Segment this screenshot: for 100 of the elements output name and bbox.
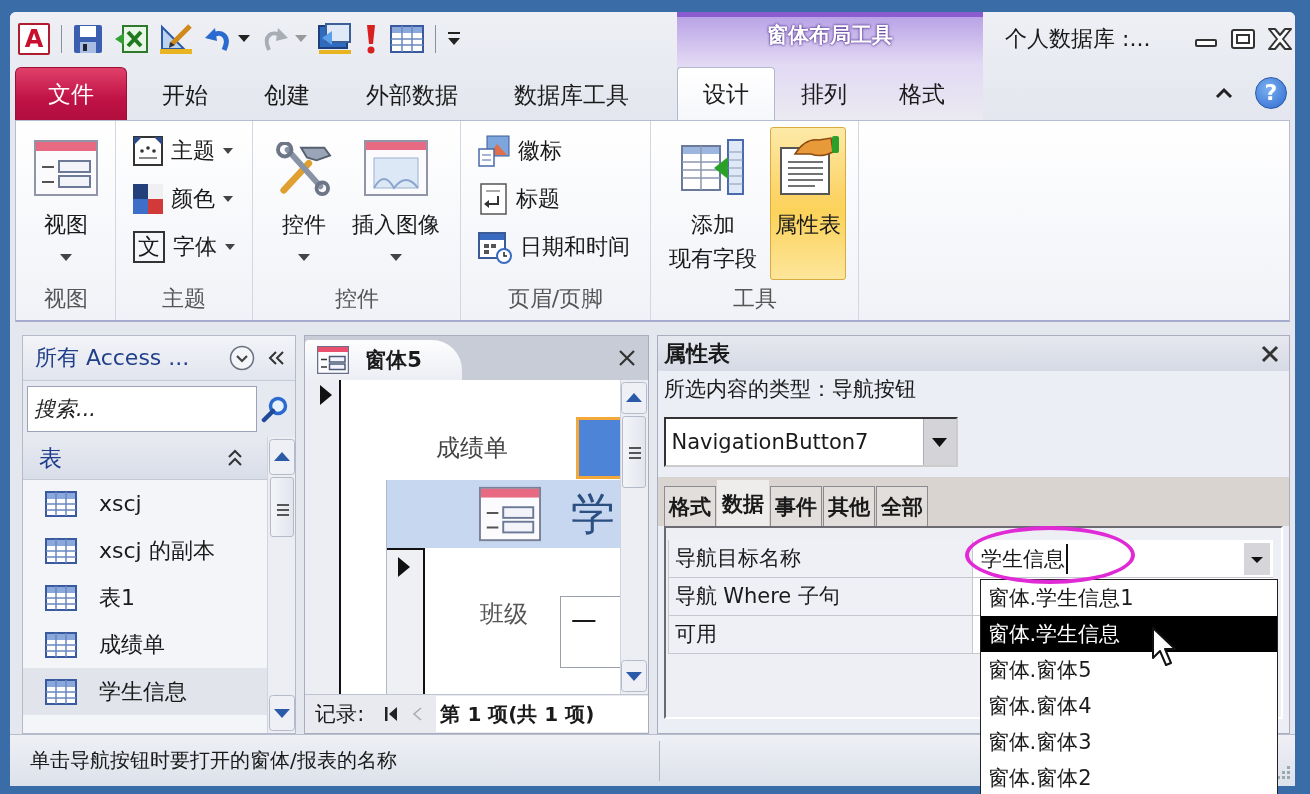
group-label: 页眉/页脚 xyxy=(506,285,605,313)
table-icon xyxy=(45,537,77,564)
ribbon-tab[interactable]: 创建 xyxy=(236,70,338,120)
property-sheet-title: 属性表 xyxy=(663,339,731,368)
picture-stack-icon xyxy=(478,135,510,167)
nav-item[interactable]: 成绩单 xyxy=(23,621,268,668)
close-icon[interactable] xyxy=(617,349,636,367)
ribbon-command[interactable]: 标题 xyxy=(475,175,563,223)
status-text: 单击导航按钮时要打开的窗体/报表的名称 xyxy=(30,747,397,775)
context-group-label: 窗体布局工具 xyxy=(677,12,983,65)
property-tab[interactable]: 全部 xyxy=(875,486,928,526)
window-title: 个人数据库 :... xyxy=(1005,24,1151,53)
wrench-hammer-icon xyxy=(273,142,334,196)
spreadsheet-export-icon[interactable] xyxy=(114,23,148,54)
property-tab[interactable]: 事件 xyxy=(769,486,822,526)
file-tab[interactable]: 文件 xyxy=(15,67,127,120)
object-select[interactable]: NavigationButton7 xyxy=(663,417,958,467)
subform[interactable]: 学 班级 一 xyxy=(386,480,620,695)
calendar-clock-icon xyxy=(478,230,512,264)
search-field[interactable]: 搜索... xyxy=(27,386,257,432)
ribbon-command[interactable]: 属性表 xyxy=(769,127,846,280)
subform-title: 学 xyxy=(571,486,616,541)
picture-icon xyxy=(363,140,428,196)
ribbon-command[interactable]: 添加 现有字段 xyxy=(663,127,762,280)
ribbon-command[interactable]: 视图 xyxy=(28,127,103,280)
property-name: 导航目标名称 xyxy=(667,540,973,578)
scroll-up-icon[interactable] xyxy=(621,382,647,414)
group-header[interactable]: 表 xyxy=(23,437,268,480)
field-label: 班级 xyxy=(480,599,529,630)
ribbon-tab[interactable]: 设计 xyxy=(677,67,775,120)
group-label: 工具 xyxy=(731,285,778,313)
dropdown-option[interactable]: 窗体.学生信息 xyxy=(980,616,1277,652)
dropdown-option[interactable]: 窗体.窗体2 xyxy=(980,760,1277,794)
form-icon xyxy=(33,140,98,196)
dropdown-circle-icon[interactable] xyxy=(229,345,256,371)
dropdown-option[interactable]: 窗体.窗体5 xyxy=(980,652,1277,688)
maximize-icon[interactable] xyxy=(1230,27,1257,50)
scroll-down-icon[interactable] xyxy=(268,695,295,732)
table-icon xyxy=(45,631,77,658)
close-icon[interactable] xyxy=(1261,344,1279,363)
ribbon-tab[interactable]: 数据库工具 xyxy=(486,70,657,120)
scroll-down-icon[interactable] xyxy=(621,660,647,693)
record-pointer-icon xyxy=(319,384,334,406)
scrollbar[interactable] xyxy=(267,437,296,734)
property-tab[interactable]: 其他 xyxy=(822,486,875,526)
ribbon-command[interactable]: 控件 xyxy=(268,127,339,280)
property-tab[interactable]: 格式 xyxy=(663,486,716,526)
mouse-pointer-icon xyxy=(1150,626,1177,668)
nav-item[interactable]: 学生信息 xyxy=(23,668,268,715)
collapse-ribbon-icon[interactable] xyxy=(1215,86,1233,99)
color-squares-icon xyxy=(133,184,163,214)
pencil-ruler-icon[interactable] xyxy=(159,22,193,55)
scrollbar-thumb[interactable] xyxy=(269,477,294,537)
property-tab[interactable]: 数据 xyxy=(716,480,769,526)
nav-item[interactable]: 表1 xyxy=(23,574,268,621)
dropdown-option[interactable]: 窗体.学生信息1 xyxy=(980,580,1277,616)
scrollbar[interactable] xyxy=(619,380,648,695)
resize-grip-icon[interactable] xyxy=(1275,763,1291,780)
nav-item[interactable]: xscj xyxy=(23,480,268,527)
ribbon-command[interactable]: 徽标 xyxy=(475,127,565,175)
table-icon xyxy=(45,584,77,611)
form-label[interactable]: 成绩单 xyxy=(436,432,509,464)
dropdown-option[interactable]: 窗体.窗体4 xyxy=(980,688,1277,724)
property-value-field[interactable]: 学生信息 xyxy=(972,540,1273,578)
ribbon-tab[interactable]: 排列 xyxy=(775,67,873,120)
dropdown-option[interactable]: 窗体.窗体3 xyxy=(980,724,1277,760)
table-arrow-icon xyxy=(679,138,746,196)
property-name: 可用 xyxy=(667,616,973,654)
group-label: 视图 xyxy=(42,285,89,313)
ribbon-command[interactable]: 日期和时间 xyxy=(475,223,633,271)
group-label: 主题 xyxy=(161,285,207,313)
close-icon[interactable] xyxy=(1266,26,1295,51)
ribbon-command[interactable]: 插入图像 xyxy=(346,127,445,280)
nav-item[interactable]: xscj 的副本 xyxy=(23,527,268,574)
first-record-icon[interactable] xyxy=(384,706,399,723)
search-icon[interactable] xyxy=(261,395,289,423)
ribbon-command[interactable]: 文 字体 xyxy=(130,223,238,271)
table-icon xyxy=(45,490,77,517)
ribbon-tab[interactable]: 外部数据 xyxy=(338,70,486,120)
ribbon-command[interactable]: 主题 xyxy=(130,127,236,175)
font-icon: 文 xyxy=(133,231,165,263)
document-tab[interactable]: 窗体5 xyxy=(305,340,462,380)
nav-pane-title[interactable]: 所有 Access ... xyxy=(35,343,218,373)
table-icon[interactable] xyxy=(390,24,424,53)
selection-type-text: 所选内容的类型：导航按钮 xyxy=(662,376,917,403)
ribbon-tab[interactable]: 开始 xyxy=(134,70,236,120)
property-name: 导航 Where 子句 xyxy=(667,578,973,616)
form-icon xyxy=(479,486,542,542)
ribbon-command[interactable]: 颜色 xyxy=(130,175,236,223)
scrollbar-thumb[interactable] xyxy=(622,416,646,488)
caret-icon[interactable] xyxy=(238,34,250,43)
group-label: 控件 xyxy=(333,285,380,313)
window-icon[interactable] xyxy=(318,22,352,55)
collapse-pane-icon[interactable] xyxy=(267,350,286,366)
record-position-field[interactable]: 第 1 项(共 1 项) xyxy=(436,696,648,733)
ribbon-tab[interactable]: 格式 xyxy=(873,67,971,120)
save-icon[interactable] xyxy=(73,23,103,54)
record-pointer-icon xyxy=(397,556,412,578)
form-icon xyxy=(317,346,350,374)
scroll-up-icon[interactable] xyxy=(268,439,295,475)
